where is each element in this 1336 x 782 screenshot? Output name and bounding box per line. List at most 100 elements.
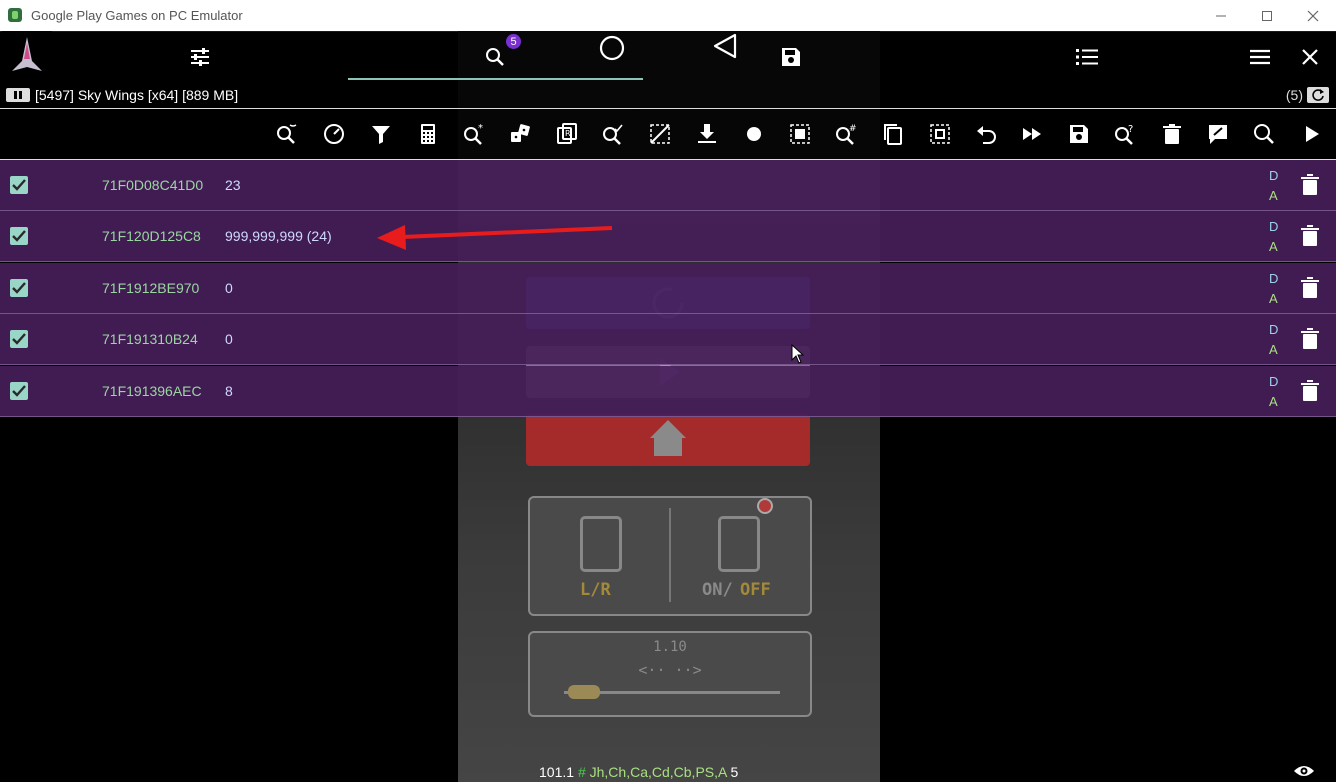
list-icon	[1076, 49, 1098, 65]
row-flag-a: A	[1269, 393, 1278, 409]
search-tab-underline	[348, 78, 643, 80]
copy-tool-button[interactable]	[875, 112, 911, 156]
game-app-icon[interactable]	[2, 31, 52, 81]
row-flag-a: A	[1269, 188, 1278, 203]
row-checkbox[interactable]	[10, 278, 28, 297]
filter-tool-button[interactable]	[363, 112, 399, 156]
eye-icon[interactable]	[1293, 763, 1315, 779]
import-tool-button[interactable]	[689, 112, 725, 156]
back-nav-button[interactable]	[701, 20, 749, 72]
result-row[interactable]: 71F191310B24 0 D A	[0, 314, 1336, 366]
mouse-cursor-icon	[791, 344, 805, 364]
copy-address-icon: R	[557, 123, 577, 144]
back-triangle-icon	[713, 33, 737, 59]
memory-list-tab[interactable]	[1063, 31, 1111, 83]
row-address[interactable]: 71F0D08C41D0	[102, 177, 203, 193]
checkmark-icon	[12, 384, 26, 397]
row-address[interactable]: 71F191310B24	[102, 331, 198, 347]
minimize-button[interactable]	[1198, 0, 1244, 31]
trash-icon[interactable]	[1300, 225, 1320, 247]
slider-knob[interactable]	[568, 685, 600, 699]
trash-icon[interactable]	[1300, 276, 1320, 299]
result-row[interactable]: 71F0D08C41D0 23 D A	[0, 160, 1336, 211]
off-label[interactable]: OFF	[740, 580, 771, 600]
row-checkbox[interactable]	[10, 176, 28, 194]
sliders-icon	[191, 48, 209, 66]
result-row[interactable]: 71F120D125C8 999,999,999 (24) D A	[0, 211, 1336, 263]
close-window-button[interactable]	[1290, 0, 1336, 31]
row-value[interactable]: 23	[225, 177, 241, 193]
row-address[interactable]: 71F191396AEC	[102, 383, 202, 399]
result-count: (5)	[1285, 87, 1303, 103]
search-check-tool-button[interactable]	[595, 112, 631, 156]
speedhack-tool-button[interactable]	[316, 112, 352, 156]
on-label[interactable]: ON/	[702, 580, 733, 600]
settings-button[interactable]	[176, 31, 224, 83]
window-title: Google Play Games on PC Emulator	[31, 8, 243, 23]
trash-icon[interactable]	[1300, 174, 1320, 196]
random-icon	[511, 124, 530, 142]
fast-forward-tool-button[interactable]	[1014, 112, 1050, 156]
search-question-tool-button[interactable]: ?	[1107, 112, 1143, 156]
save-tool-button[interactable]	[1061, 112, 1097, 156]
calculator-tool-button[interactable]	[410, 112, 446, 156]
home-nav-button[interactable]	[588, 22, 636, 74]
row-checkbox[interactable]	[10, 381, 28, 400]
menu-button[interactable]	[1236, 31, 1284, 83]
row-address[interactable]: 71F120D125C8	[102, 228, 201, 244]
maximize-button[interactable]	[1244, 0, 1290, 31]
svg-text:#: #	[849, 124, 857, 134]
save-icon	[782, 48, 800, 66]
row-address[interactable]: 71F1912BE970	[102, 280, 199, 296]
search-tool-button[interactable]	[1246, 112, 1282, 156]
google-play-games-icon	[8, 8, 22, 22]
bottom-status: 101.1 # Jh,Ch,Ca,Cd,Cb,PS,A 5	[539, 764, 738, 780]
search-hash-icon: #	[836, 124, 857, 145]
speedhack-icon	[324, 124, 344, 144]
undo-tool-button[interactable]	[968, 112, 1004, 156]
row-value[interactable]: 0	[225, 331, 233, 347]
memory-regions[interactable]: Jh,Ch,Ca,Cd,Cb,PS,A	[590, 764, 727, 780]
delete-tool-button[interactable]	[1154, 112, 1190, 156]
copy-address-tool-button[interactable]: R	[549, 112, 585, 156]
trash-icon[interactable]	[1300, 379, 1320, 402]
title-bar: Google Play Games on PC Emulator	[0, 0, 1336, 32]
game-home-button[interactable]	[526, 414, 810, 466]
pause-process-button[interactable]	[6, 88, 30, 102]
search-hash-tool-button[interactable]: #	[828, 112, 864, 156]
row-value[interactable]: 8	[225, 383, 233, 399]
checkmark-icon	[12, 333, 26, 345]
lr-label[interactable]: L/R	[580, 580, 611, 600]
refresh-button[interactable]	[1307, 87, 1329, 103]
game-speed-slider[interactable]: 1.10 <·· ··>	[528, 631, 812, 717]
row-value[interactable]: 999,999,999 (24)	[225, 228, 332, 244]
trash-icon[interactable]	[1300, 328, 1320, 350]
row-flag-a: A	[1269, 342, 1278, 358]
copy-icon	[884, 124, 902, 145]
region-count: 5	[730, 764, 739, 780]
edit-tool-button[interactable]	[1200, 112, 1236, 156]
search-star-tool-button[interactable]: *	[456, 112, 492, 156]
hash-label: #	[577, 764, 586, 780]
close-icon	[1307, 10, 1319, 21]
save-list-tab[interactable]	[767, 31, 815, 83]
search-count-badge: 5	[506, 34, 521, 49]
record-tool-button[interactable]	[736, 112, 772, 156]
row-value[interactable]: 0	[225, 280, 233, 296]
process-label[interactable]: [5497] Sky Wings [x64] [889 MB]	[35, 87, 238, 103]
search-fuzzy-tool-button[interactable]	[269, 112, 305, 156]
run-tool-button[interactable]	[1294, 112, 1330, 156]
random-tool-button[interactable]	[502, 112, 538, 156]
row-checkbox[interactable]	[10, 227, 28, 246]
import-icon	[698, 124, 716, 143]
close-gg-button[interactable]	[1286, 31, 1334, 83]
result-row[interactable]: 71F191396AEC 8 D A	[0, 365, 1336, 417]
calculator-icon	[421, 124, 435, 144]
row-checkbox[interactable]	[10, 330, 28, 349]
select-none-tool-button[interactable]	[642, 112, 678, 156]
select-region-tool-button[interactable]	[922, 112, 958, 156]
minimize-icon	[1216, 15, 1226, 16]
delete-icon	[1163, 124, 1181, 144]
select-all-tool-button[interactable]	[782, 112, 818, 156]
result-row[interactable]: 71F1912BE970 0 D A	[0, 262, 1336, 314]
